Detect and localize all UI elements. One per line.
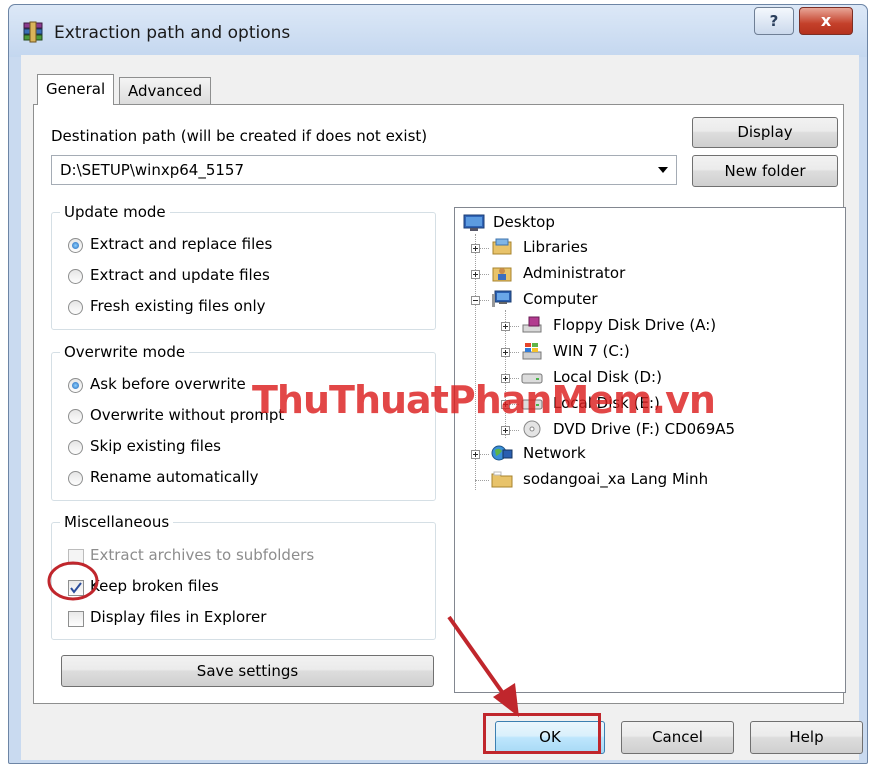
miscellaneous-group: Miscellaneous Extract archives to subfol… [51,513,436,640]
radio-ask-before-overwrite[interactable] [68,378,83,393]
radio-extract-update[interactable] [68,269,83,284]
update-mode-title: Update mode [60,203,170,221]
update-mode-group: Update mode Extract and replace files Ex… [51,203,436,330]
radio-extract-replace-label[interactable]: Extract and replace files [90,235,272,253]
expand-floppy-icon[interactable] [501,322,510,331]
tree-item-dvd[interactable]: DVD Drive (F:) CD069A5 [553,420,735,438]
radio-rename-automatically[interactable] [68,471,83,486]
checkbox-display-in-explorer[interactable] [68,611,84,627]
titlebar-help-button[interactable]: ? [754,7,794,35]
title-bar[interactable]: Extraction path and options ? x [9,5,867,57]
radio-extract-update-label[interactable]: Extract and update files [90,266,270,284]
pointer-arrow [447,615,519,717]
radio-overwrite-without-prompt[interactable] [68,409,83,424]
help-button[interactable]: Help [750,721,863,754]
keep-broken-highlight-circle [47,561,99,601]
radio-extract-replace[interactable] [68,238,83,253]
close-button[interactable]: x [799,7,853,35]
checkbox-extract-to-subfolders-label[interactable]: Extract archives to subfolders [90,546,314,564]
tree-item-administrator[interactable]: Administrator [523,264,625,282]
overwrite-mode-title: Overwrite mode [60,343,190,361]
desktop-icon [463,214,485,231]
tree-item-network[interactable]: Network [523,444,586,462]
tab-advanced[interactable]: Advanced [119,77,212,104]
expand-dvd-icon[interactable] [501,426,510,435]
radio-fresh-existing[interactable] [68,300,83,315]
computer-icon [492,290,512,307]
checkbox-display-in-explorer-label[interactable]: Display files in Explorer [90,608,266,626]
window-title: Extraction path and options [54,23,291,43]
expand-network-icon[interactable] [471,450,480,459]
windows-drive-icon [522,343,542,360]
display-button[interactable]: Display [692,117,838,148]
destination-path-combobox[interactable]: D:\SETUP\winxp64_5157 [51,155,677,185]
user-folder-icon [492,267,512,282]
radio-ask-before-overwrite-label[interactable]: Ask before overwrite [90,375,246,393]
libraries-icon [492,238,512,255]
folder-icon [491,471,513,488]
tab-general[interactable]: General [37,74,115,105]
tree-item-floppy[interactable]: Floppy Disk Drive (A:) [553,316,716,334]
cancel-button[interactable]: Cancel [621,721,734,754]
expand-win7-icon[interactable] [501,348,510,357]
expand-libraries-icon[interactable] [471,244,480,253]
new-folder-button[interactable]: New folder [692,155,838,187]
dropdown-arrow-icon[interactable] [658,167,668,173]
network-icon [491,445,513,461]
destination-path-label: Destination path (will be created if doe… [51,127,428,145]
floppy-drive-icon [522,316,542,333]
radio-skip-existing[interactable] [68,440,83,455]
radio-skip-existing-label[interactable]: Skip existing files [90,437,221,455]
tree-item-desktop[interactable]: Desktop [493,213,555,231]
tree-item-folder[interactable]: sodangoai_xa Lang Minh [523,470,708,488]
watermark: ThuThuatPhanMem.vn [252,378,716,422]
overwrite-mode-group: Overwrite mode Ask before overwrite Over… [51,343,436,501]
destination-path-value: D:\SETUP\winxp64_5157 [60,161,244,179]
collapse-computer-icon[interactable] [471,296,480,305]
tree-item-win7[interactable]: WIN 7 (C:) [553,342,630,360]
expand-administrator-icon[interactable] [471,270,480,279]
tree-item-libraries[interactable]: Libraries [523,238,588,256]
miscellaneous-title: Miscellaneous [60,513,174,531]
checkbox-keep-broken-files-label[interactable]: Keep broken files [90,577,219,595]
radio-rename-automatically-label[interactable]: Rename automatically [90,468,259,486]
dvd-drive-icon [523,420,541,438]
tree-item-computer[interactable]: Computer [523,290,598,308]
save-settings-button[interactable]: Save settings [61,655,434,687]
winrar-icon [23,21,43,43]
radio-fresh-existing-label[interactable]: Fresh existing files only [90,297,266,315]
tree-connector [475,480,489,481]
